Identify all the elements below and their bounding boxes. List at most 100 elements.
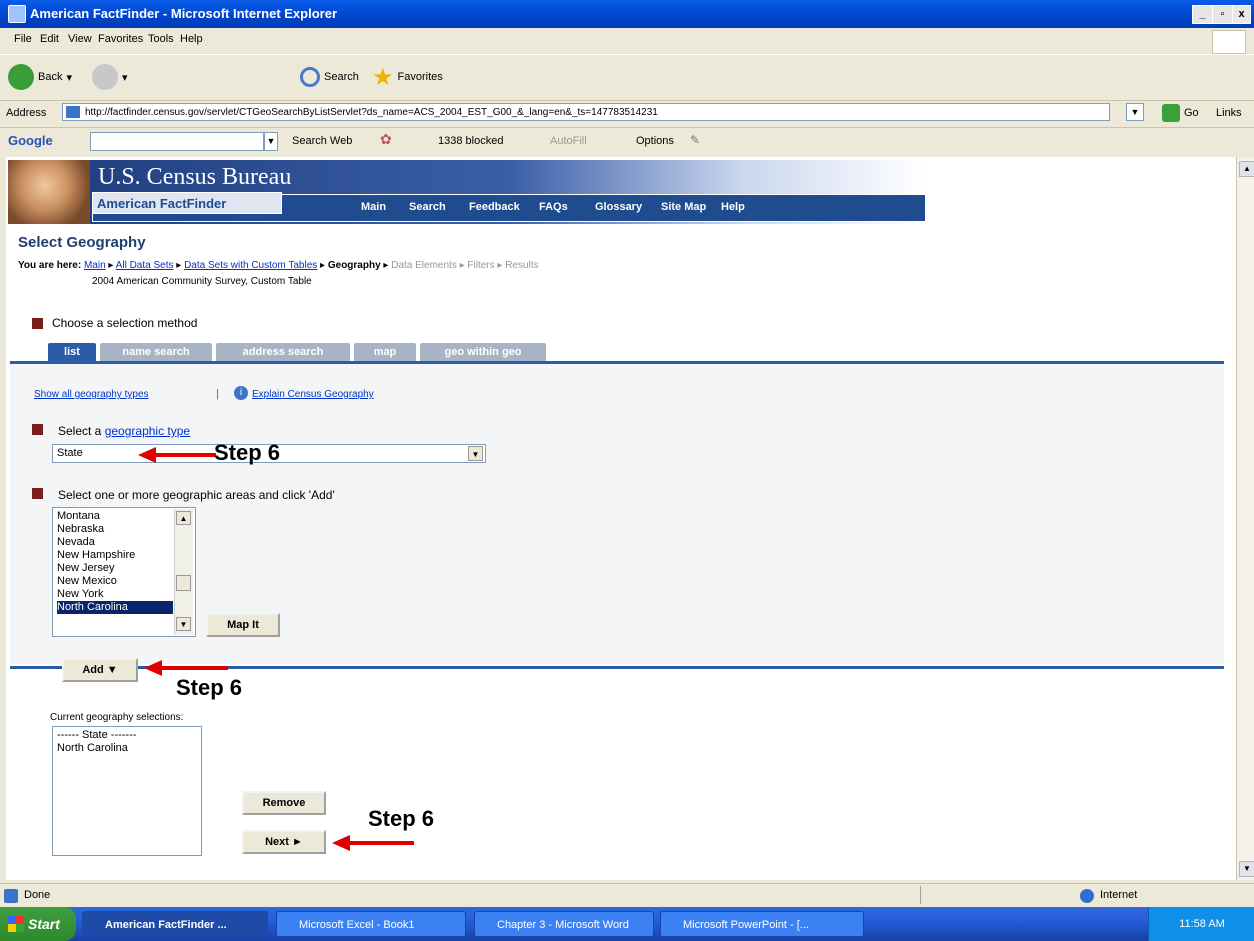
- bullet-icon: [32, 318, 43, 329]
- remove-button[interactable]: Remove: [242, 791, 326, 815]
- ie-icon: [8, 5, 26, 23]
- breadcrumb-custom-tables[interactable]: Data Sets with Custom Tables: [184, 260, 317, 271]
- pagerank-icon: ✿: [380, 131, 392, 147]
- info-icon: i: [234, 386, 248, 400]
- choose-method-label: Choose a selection method: [52, 316, 198, 330]
- page-title: Select Geography: [18, 234, 146, 251]
- windows-flag-icon: [8, 916, 24, 932]
- dataset-name: 2004 American Community Survey, Custom T…: [92, 276, 312, 287]
- bullet-icon: [32, 488, 43, 499]
- scroll-down-button[interactable]: ▼: [1239, 861, 1254, 877]
- go-arrow-icon[interactable]: [1162, 104, 1180, 122]
- nav-glossary[interactable]: Glossary: [595, 201, 642, 213]
- current-selections-list[interactable]: ------ State ------- North Carolina: [52, 726, 202, 856]
- menu-favorites[interactable]: Favorites: [98, 33, 143, 45]
- bullet-icon: [32, 424, 43, 435]
- menu-edit[interactable]: Edit: [40, 33, 59, 45]
- google-logo[interactable]: Google: [8, 133, 53, 148]
- show-all-geography-link[interactable]: Show all geography types: [34, 389, 149, 400]
- search-web-button[interactable]: Search Web: [292, 135, 352, 147]
- tab-address-search[interactable]: address search: [216, 343, 350, 361]
- favorites-button[interactable]: ★ Favorites: [372, 63, 443, 91]
- select-type-label: Select a geographic type: [58, 424, 191, 438]
- banner-photo: [8, 160, 90, 224]
- annotation-arrow: [138, 447, 216, 463]
- minimize-button[interactable]: _: [1192, 5, 1213, 24]
- google-toolbar: Google ▼ Search Web ✿ 1338 blocked AutoF…: [0, 127, 1254, 156]
- star-icon: ★: [372, 63, 394, 91]
- menu-help[interactable]: Help: [180, 33, 203, 45]
- map-it-button[interactable]: Map It: [206, 613, 280, 637]
- search-button[interactable]: Search: [300, 63, 359, 91]
- list-scroll-up[interactable]: ▲: [176, 511, 191, 525]
- nav-main[interactable]: Main: [361, 201, 386, 213]
- search-icon: [300, 67, 320, 87]
- nav-help[interactable]: Help: [721, 201, 745, 213]
- tab-name-search[interactable]: name search: [100, 343, 212, 361]
- google-search-input[interactable]: [90, 132, 264, 151]
- geographic-type-link[interactable]: geographic type: [105, 424, 190, 438]
- tab-map[interactable]: map: [354, 343, 416, 361]
- pencil-icon: ✎: [690, 133, 701, 147]
- address-input[interactable]: http://factfinder.census.gov/servlet/CTG…: [62, 103, 1110, 121]
- security-zone: Internet: [1100, 889, 1138, 901]
- menu-file[interactable]: File: [14, 33, 32, 45]
- tab-list[interactable]: list: [48, 343, 96, 361]
- menu-view[interactable]: View: [68, 33, 92, 45]
- breadcrumb-main[interactable]: Main: [84, 260, 106, 271]
- next-button[interactable]: Next ►: [242, 830, 326, 854]
- nav-feedback[interactable]: Feedback: [469, 201, 520, 213]
- address-dropdown-button[interactable]: ▼: [1126, 103, 1144, 121]
- page-icon: [66, 106, 80, 118]
- breadcrumb-all-data-sets[interactable]: All Data Sets: [116, 260, 174, 271]
- windows-logo-icon: [1212, 30, 1246, 54]
- scroll-up-button[interactable]: ▲: [1239, 161, 1254, 177]
- select-dropdown-button[interactable]: ▼: [468, 446, 483, 461]
- step-6-label: Step 6: [214, 440, 281, 465]
- taskbar-item-excel[interactable]: Microsoft Excel - Book1: [276, 911, 466, 937]
- annotation-arrow: [332, 835, 414, 851]
- breadcrumb-geography: Geography: [327, 260, 381, 271]
- forward-button[interactable]: ▾: [92, 63, 128, 91]
- nav-site-map[interactable]: Site Map: [661, 201, 706, 213]
- nav-search[interactable]: Search: [409, 201, 446, 213]
- taskbar-item-word[interactable]: Chapter 3 - Microsoft Word: [474, 911, 654, 937]
- maximize-button[interactable]: ▫: [1212, 5, 1233, 24]
- window-title: American FactFinder - Microsoft Internet…: [30, 6, 338, 21]
- tab-geo-within-geo[interactable]: geo within geo: [420, 343, 546, 361]
- list-scroll-down[interactable]: ▼: [176, 617, 191, 631]
- current-selections-label: Current geography selections:: [50, 712, 184, 723]
- autofill-button[interactable]: AutoFill: [550, 135, 587, 147]
- list-scrollbar[interactable]: ▲ ▼: [174, 509, 193, 635]
- nav-faqs[interactable]: FAQs: [539, 201, 568, 213]
- list-item-selected[interactable]: North Carolina: [57, 601, 173, 614]
- explain-census-geography-link[interactable]: Explain Census Geography: [252, 389, 374, 400]
- menu-tools[interactable]: Tools: [148, 33, 174, 45]
- title-bar: American FactFinder - Microsoft Internet…: [0, 0, 1254, 28]
- add-button[interactable]: Add ▼: [62, 658, 138, 682]
- bureau-title: U.S. Census Bureau: [98, 164, 292, 190]
- google-dropdown-button[interactable]: ▼: [264, 132, 278, 151]
- close-button[interactable]: x: [1232, 5, 1251, 24]
- list-item[interactable]: ------ State -------: [57, 729, 201, 742]
- browser-toolbar: Back ▾ ▾ Search ★ Favorites: [0, 54, 1254, 143]
- popup-blocked-counter[interactable]: 1338 blocked: [438, 135, 503, 147]
- step-6-label: Step 6: [368, 806, 435, 831]
- taskbar-item-powerpoint[interactable]: Microsoft PowerPoint - [...: [660, 911, 864, 937]
- options-button[interactable]: Options: [636, 135, 674, 147]
- list-item[interactable]: North Carolina: [57, 742, 201, 755]
- list-scroll-thumb[interactable]: [176, 575, 191, 591]
- globe-icon: [1080, 889, 1094, 903]
- breadcrumb-remaining: Data Elements ▸ Filters ▸ Results: [391, 260, 539, 271]
- page-done-icon: [4, 889, 18, 903]
- status-bar: Done Internet: [0, 883, 1254, 908]
- taskbar-item-factfinder[interactable]: American FactFinder ...: [82, 911, 268, 937]
- go-button[interactable]: Go: [1184, 107, 1199, 119]
- back-button[interactable]: Back ▾: [8, 63, 72, 91]
- links-button[interactable]: Links: [1216, 107, 1242, 119]
- vertical-scrollbar[interactable]: ▲ ▼: [1236, 157, 1254, 880]
- link-separator: |: [216, 388, 219, 400]
- factfinder-logo[interactable]: American FactFinder: [92, 192, 282, 214]
- select-areas-label: Select one or more geographic areas and …: [58, 488, 335, 502]
- menu-bar: File Edit View Favorites Tools Help: [0, 28, 1254, 52]
